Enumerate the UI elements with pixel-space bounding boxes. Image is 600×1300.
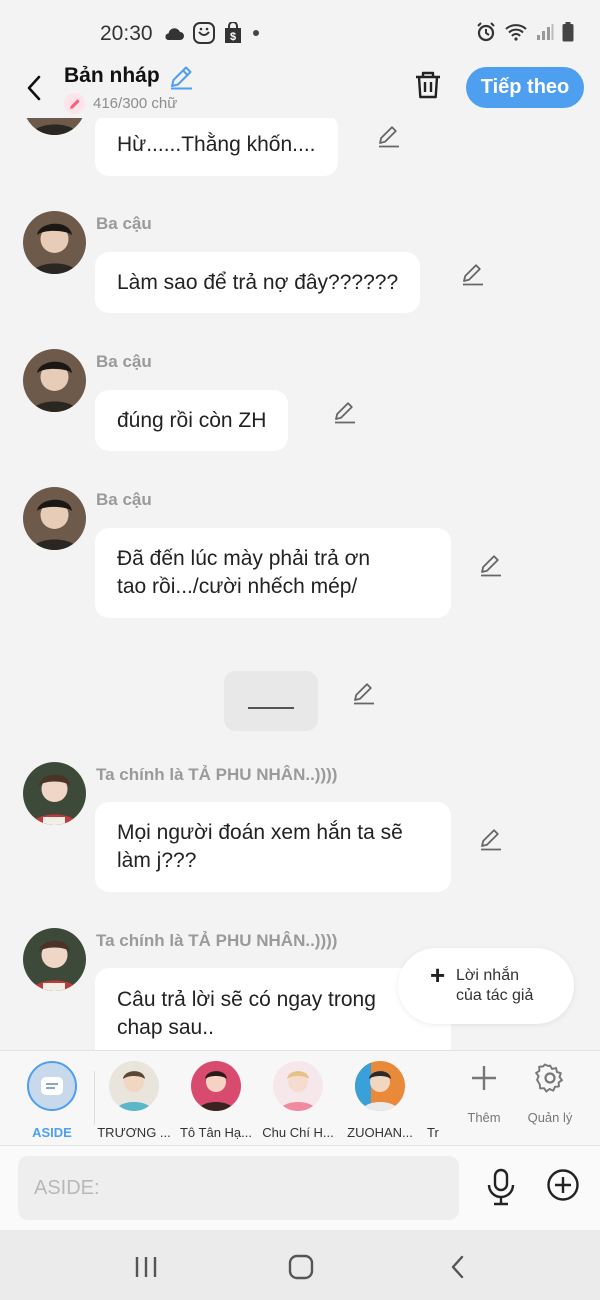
avatar[interactable] (23, 118, 86, 135)
divider-line (248, 707, 294, 709)
next-button[interactable]: Tiếp theo (466, 67, 584, 108)
app-header: Bản nháp 416/300 chữ Tiếp theo (0, 62, 600, 118)
chat-area[interactable]: Hừ......Thằng khốn.... Ba cậu Làm sao để… (0, 118, 600, 1050)
scene-divider[interactable] (224, 671, 318, 731)
wifi-icon (505, 24, 527, 41)
dot-icon (253, 30, 259, 36)
input-bar (0, 1146, 600, 1230)
gear-icon (535, 1063, 563, 1093)
avatar[interactable] (23, 762, 86, 825)
character-item[interactable]: TRƯƠNG ... (95, 1061, 173, 1140)
sender-name: Ba cậu (96, 352, 152, 371)
delete-button[interactable] (414, 70, 446, 104)
sender-name: Ba cậu (96, 490, 152, 509)
shop-icon: $ (225, 22, 241, 43)
message-text: Đã đến lúc mày phải trả ơn tao rồi.../cư… (117, 547, 371, 598)
edit-title-icon[interactable] (168, 64, 194, 90)
manage-characters-button[interactable]: Quản lý (520, 1063, 580, 1125)
message-bubble[interactable]: Đã đến lúc mày phải trả ơn tao rồi.../cư… (95, 528, 451, 618)
recent-apps-button[interactable] (126, 1252, 166, 1282)
edit-message-icon[interactable] (352, 681, 376, 705)
message-text: Câu trả lời sẽ có ngay trong chap sau.. (117, 988, 376, 1039)
edit-message-icon[interactable] (377, 124, 401, 148)
character-name: Chu Chí H... (262, 1125, 334, 1140)
avatar[interactable] (23, 928, 86, 991)
manage-label: Quản lý (527, 1110, 573, 1125)
character-name: TRƯƠNG ... (97, 1125, 171, 1140)
trash-icon (416, 71, 440, 99)
avatar (109, 1061, 159, 1111)
back-nav-button[interactable] (438, 1252, 478, 1282)
avatar (191, 1061, 241, 1111)
message-text: Hừ......Thằng khốn.... (117, 133, 316, 156)
alarm-icon (477, 22, 495, 42)
edit-message-icon[interactable] (333, 400, 357, 424)
aside-avatar (27, 1061, 77, 1111)
add-media-button[interactable] (546, 1168, 582, 1204)
character-item[interactable]: ZUOHAN... (341, 1061, 419, 1140)
message-bubble[interactable]: Hừ......Thằng khốn.... (95, 118, 338, 176)
author-note-button[interactable]: + Lời nhắn của tác giả (398, 948, 574, 1024)
message-bubble[interactable]: Mọi người đoán xem hắn ta sẽ làm j??? (95, 802, 451, 892)
avatar[interactable] (23, 211, 86, 274)
character-name: Tô Tân Hạ... (179, 1125, 252, 1140)
character-aside[interactable]: ASIDE (13, 1061, 91, 1140)
sender-name: Ba cậu (96, 214, 152, 233)
chevron-left-icon (27, 75, 41, 101)
add-label: Thêm (467, 1110, 501, 1125)
home-icon (288, 1254, 314, 1280)
character-item[interactable]: Tr (423, 1061, 443, 1140)
page-title: Bản nháp (64, 64, 160, 87)
home-button[interactable] (281, 1252, 321, 1282)
pencil-badge-icon (64, 93, 85, 114)
battery-icon (562, 22, 574, 42)
edit-message-icon[interactable] (461, 262, 485, 286)
system-nav-bar (0, 1230, 600, 1300)
edit-message-icon[interactable] (479, 827, 503, 851)
signal-icon (537, 24, 554, 40)
avatar[interactable] (23, 487, 86, 550)
narration-icon (41, 1077, 63, 1095)
avatar[interactable] (23, 349, 86, 412)
character-name: ZUOHAN... (347, 1125, 413, 1140)
recent-apps-icon (135, 1257, 157, 1277)
voice-button[interactable] (485, 1168, 521, 1208)
message-bubble[interactable]: đúng rồi còn ZH (95, 390, 289, 451)
plus-icon (472, 1066, 496, 1090)
character-name: ASIDE (32, 1125, 72, 1140)
sender-name: Ta chính là TẢ PHU NHÂN..)))) (96, 931, 338, 950)
message-text: Làm sao để trả nợ đây?????? (117, 270, 399, 294)
character-item[interactable]: Chu Chí H... (259, 1061, 337, 1140)
avatar (355, 1061, 405, 1111)
microphone-icon (487, 1168, 515, 1206)
plus-circle-icon (547, 1169, 579, 1201)
status-bar: 20:30 $ (0, 0, 600, 62)
svg-text:$: $ (230, 31, 236, 43)
character-name: Tr (427, 1125, 439, 1140)
sender-name: Ta chính là TẢ PHU NHÂN..)))) (96, 765, 338, 784)
status-time: 20:30 (100, 22, 153, 45)
message-text: Mọi người đoán xem hắn ta sẽ làm j??? (117, 821, 403, 872)
back-button[interactable] (16, 70, 52, 106)
avatar (273, 1061, 323, 1111)
back-icon (451, 1255, 464, 1279)
plus-icon: + (430, 960, 446, 990)
character-bar: ASIDE TRƯƠNG ... Tô Tân Hạ... Chu Chí H.… (0, 1050, 600, 1146)
cloud-icon (165, 28, 184, 40)
message-bubble[interactable]: Làm sao để trả nợ đây?????? (95, 252, 421, 313)
word-count: 416/300 chữ (93, 95, 178, 112)
notification-app-icon (193, 22, 215, 44)
author-note-label: Lời nhắn của tác giả (456, 967, 534, 1004)
character-item[interactable]: Tô Tân Hạ... (177, 1061, 255, 1140)
edit-message-icon[interactable] (479, 553, 503, 577)
add-character-button[interactable]: Thêm (454, 1063, 514, 1125)
message-text: đúng rồi còn ZH (117, 408, 267, 432)
message-input[interactable] (18, 1156, 459, 1220)
